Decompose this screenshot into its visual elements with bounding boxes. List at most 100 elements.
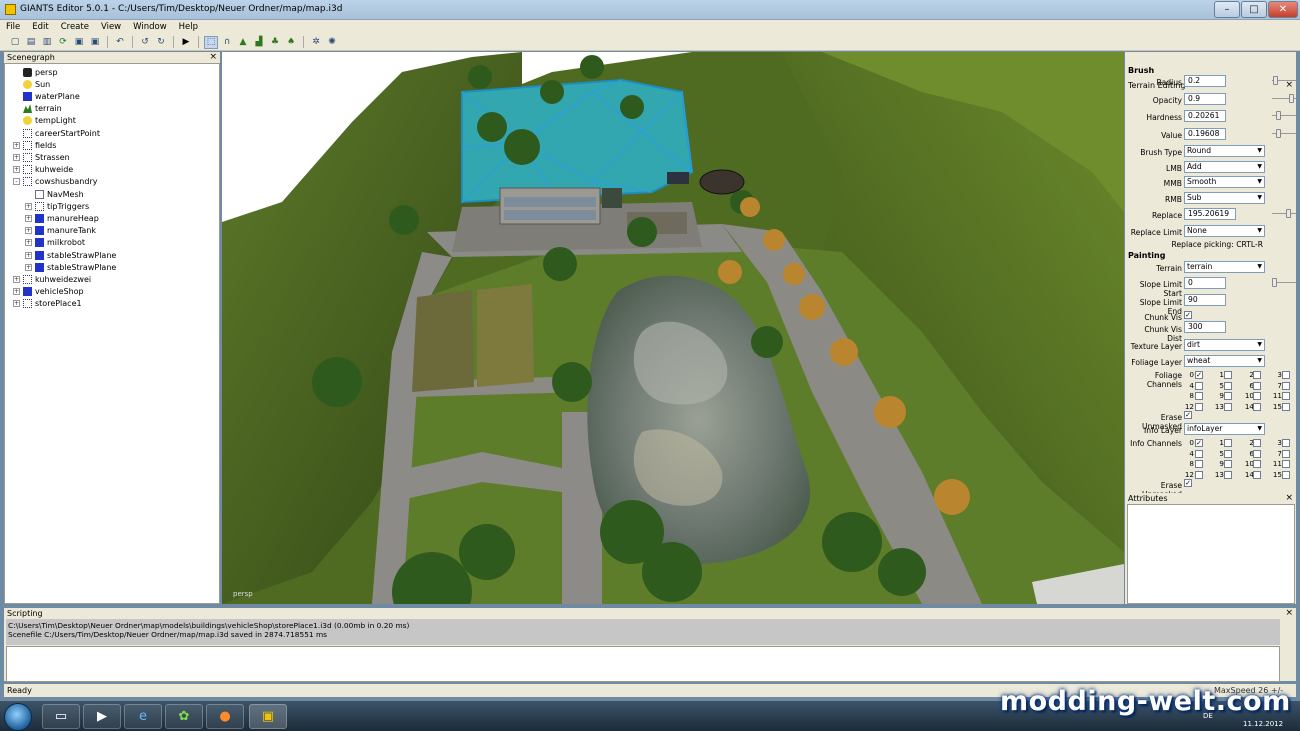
foliage-channel-checkbox[interactable] [1253,371,1261,379]
info-channel-checkbox[interactable] [1253,449,1261,458]
info-channel-checkbox[interactable] [1224,449,1232,458]
icq-icon[interactable]: ✿ [165,704,203,729]
scenegraph-item[interactable]: + kuhweidezwei [13,273,91,285]
attributes-close-button[interactable]: × [1285,493,1293,504]
value-slider[interactable] [1272,129,1296,138]
tree-paint-icon[interactable]: ♠ [284,36,298,49]
info-channel-checkbox[interactable] [1282,460,1290,469]
slider-handle[interactable] [1276,111,1281,120]
scenegraph-item[interactable]: - cowshusbandry [13,176,97,188]
scenegraph-item[interactable]: + stableStrawPlane [25,249,116,261]
terrain-select[interactable]: terrain ▼ [1184,261,1265,273]
info-channel-checkbox[interactable] [1224,439,1232,447]
scripting-close-button[interactable]: × [1285,608,1293,619]
scenegraph-item[interactable]: + fields [13,139,56,151]
info-layer-select[interactable]: infoLayer ▼ [1184,423,1265,435]
erase-unmasked-2-checkbox[interactable]: ✓ [1184,479,1192,487]
tree-expander-icon[interactable]: + [25,214,32,222]
foliage-channel-checkbox[interactable] [1282,381,1290,390]
info-channel-checkbox[interactable] [1253,470,1261,479]
mmb-select[interactable]: Smooth ▼ [1184,176,1265,188]
foliage-channel-checkbox[interactable] [1195,402,1203,411]
script-input[interactable] [6,646,1280,682]
opacity-field[interactable]: 0.9 [1184,93,1226,105]
slider-handle[interactable] [1286,209,1291,218]
terrain-paint-icon[interactable]: ▟ [252,36,266,49]
minimize-button[interactable]: – [1214,1,1240,18]
foliage-channel-checkbox[interactable] [1224,392,1232,401]
scenegraph-item[interactable]: NavMesh [25,188,84,200]
firefox-icon[interactable]: ● [206,704,244,729]
scenegraph-item[interactable]: persp [13,66,58,78]
tree-expander-icon[interactable]: - [13,178,20,186]
info-channel-checkbox[interactable] [1224,460,1232,469]
navmesh-icon[interactable]: ✲ [309,36,323,49]
tree-expander-icon[interactable]: + [25,263,32,271]
internet-explorer-icon[interactable]: e [124,704,162,729]
new-icon[interactable]: ▢ [8,36,22,49]
chunk-vis-checkbox[interactable]: ✓ [1184,311,1192,319]
scenegraph-item[interactable]: waterPlane [13,90,80,102]
slope-end-field[interactable]: 90 [1184,294,1226,306]
hardness-field[interactable]: 0.20261 [1184,110,1226,122]
menu-edit[interactable]: Edit [26,20,54,34]
brush-type-select[interactable]: Round ▼ [1184,145,1265,157]
settings-icon[interactable]: ✺ [325,36,339,49]
menu-file[interactable]: File [0,20,26,34]
texture-layer-select[interactable]: dirt ▼ [1184,339,1265,351]
foliage-channel-checkbox[interactable] [1224,371,1232,379]
tree-expander-icon[interactable]: + [13,141,20,149]
clock-date[interactable]: 11.12.2012 [1243,720,1283,728]
hardness-slider[interactable] [1272,111,1296,120]
save-as-icon[interactable]: ▣ [88,36,102,49]
menu-view[interactable]: View [95,20,127,34]
scenegraph-item[interactable]: + manureHeap [25,212,99,224]
foliage-channel-checkbox[interactable] [1224,381,1232,390]
replace-limit-select[interactable]: None ▼ [1184,225,1265,237]
select-icon[interactable]: ⬚ [204,35,218,49]
foliage-channel-checkbox[interactable]: ✓ [1195,371,1203,379]
info-channel-checkbox[interactable] [1253,439,1261,447]
radius-field[interactable]: 0.2 [1184,75,1226,87]
foliage-channel-checkbox[interactable] [1224,402,1232,411]
menu-help[interactable]: Help [173,20,204,34]
undo-icon[interactable]: ↺ [138,36,152,49]
scenegraph-item[interactable]: + Strassen [13,151,70,163]
info-channel-checkbox[interactable] [1195,470,1203,479]
scenegraph-item[interactable]: + storePlace1 [13,298,82,310]
tree-expander-icon[interactable]: + [13,153,20,161]
foliage-channel-checkbox[interactable] [1253,392,1261,401]
reload-icon[interactable]: ⟳ [56,36,70,49]
info-channel-checkbox[interactable] [1253,460,1261,469]
scenegraph-item[interactable]: + vehicleShop [13,286,84,298]
foliage-channel-checkbox[interactable] [1195,381,1203,390]
info-channel-checkbox[interactable]: ✓ [1195,439,1203,447]
scenegraph-item[interactable]: + tipTriggers [25,200,89,212]
erase-unmasked-checkbox[interactable]: ✓ [1184,411,1192,419]
giants-editor-icon[interactable]: ▣ [249,704,287,729]
scenegraph-item[interactable]: + kuhweide [13,164,73,176]
foliage-channel-checkbox[interactable] [1253,402,1261,411]
close-button[interactable]: ✕ [1268,1,1298,18]
tree-expander-icon[interactable]: + [25,202,32,210]
menu-create[interactable]: Create [55,20,95,34]
scenegraph-item[interactable]: terrain [13,103,62,115]
slider-handle[interactable] [1272,278,1277,287]
rmb-select[interactable]: Sub ▼ [1184,192,1265,204]
save-icon[interactable]: ▣ [72,36,86,49]
info-channel-checkbox[interactable] [1195,460,1203,469]
tree-expander-icon[interactable]: + [25,251,32,259]
foliage-channel-checkbox[interactable] [1282,402,1290,411]
slope-start-field[interactable]: 0 [1184,277,1226,289]
move-icon[interactable]: ∩ [220,36,234,49]
slope-start-slider[interactable] [1272,278,1296,287]
info-channel-checkbox[interactable] [1282,439,1290,447]
start-button[interactable] [4,703,32,731]
3d-viewport[interactable]: persp [222,52,1124,604]
scenegraph-item[interactable]: + manureTank [25,225,96,237]
scenegraph-item[interactable]: tempLight [13,115,76,127]
value-field[interactable]: 0.19608 [1184,128,1226,140]
lmb-select[interactable]: Add ▼ [1184,161,1265,173]
foliage-channel-checkbox[interactable] [1253,381,1261,390]
tree-expander-icon[interactable]: + [25,239,32,247]
